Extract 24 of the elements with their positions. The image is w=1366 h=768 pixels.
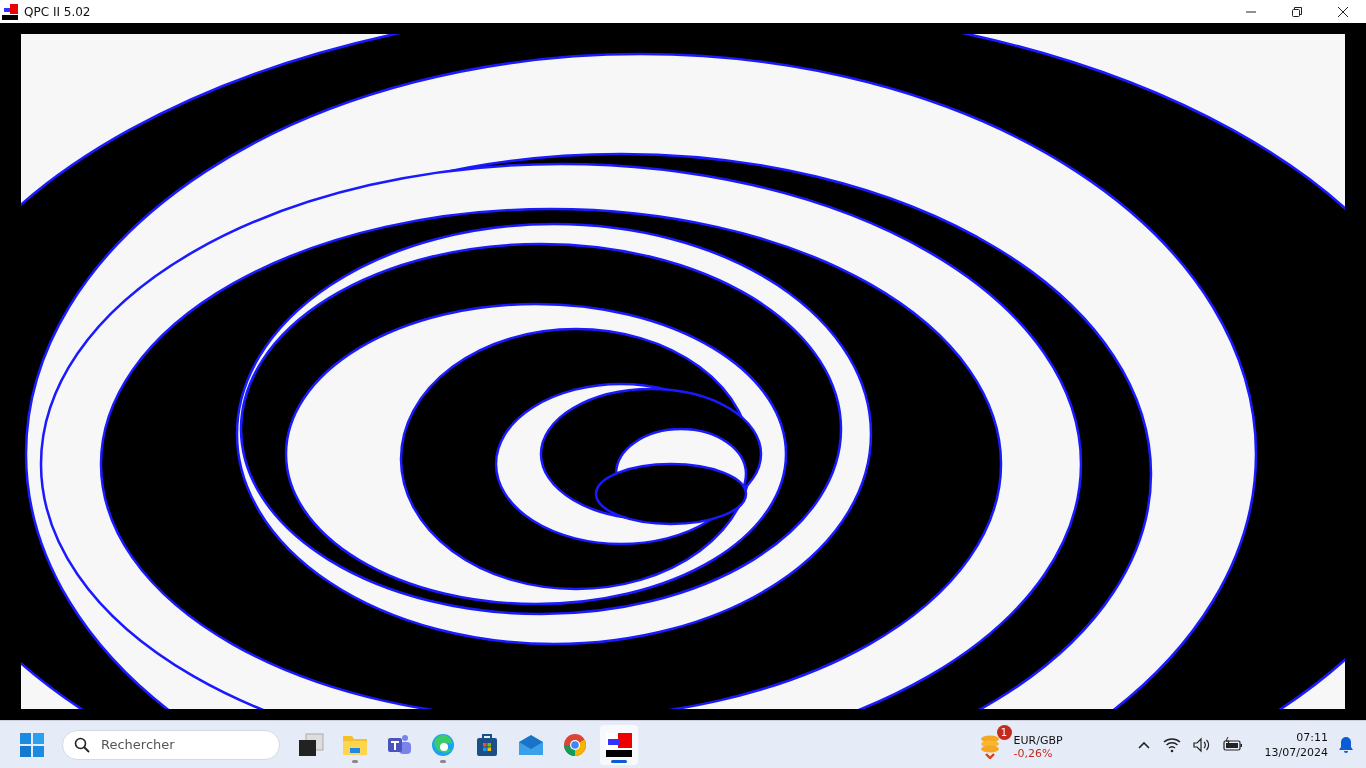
taskbar-app-button[interactable] [600,724,638,765]
close-icon [1338,6,1348,17]
store-bag-icon [474,732,500,757]
currency-pair: EUR/GBP [1013,734,1063,747]
speaker-icon[interactable] [1192,736,1211,753]
qpc-logo-icon [606,732,632,757]
clock[interactable]: 07:11 13/07/2024 [1264,729,1328,760]
envelope-icon [518,732,544,757]
restore-icon [1292,6,1302,17]
search-field[interactable]: Rechercher [62,729,280,760]
bell-icon[interactable] [1338,735,1354,754]
teams-icon [386,732,412,757]
chrome-icon [562,732,588,757]
window-title: QPC II 5.02 [24,4,91,19]
clock-time: 07:11 [1296,729,1328,745]
clock-date: 13/07/2024 [1264,744,1328,760]
battery-icon[interactable] [1222,736,1243,753]
start-button[interactable] [20,732,44,757]
rate-change: -0,26% [1013,747,1054,760]
notification-count: 1 [996,725,1012,740]
edge-icon [430,732,456,757]
currency-widget[interactable]: 1 EUR/GBP -0,26% [977,724,1067,765]
stacked-windows-icon [298,732,324,757]
wifi-icon[interactable] [1162,736,1181,753]
